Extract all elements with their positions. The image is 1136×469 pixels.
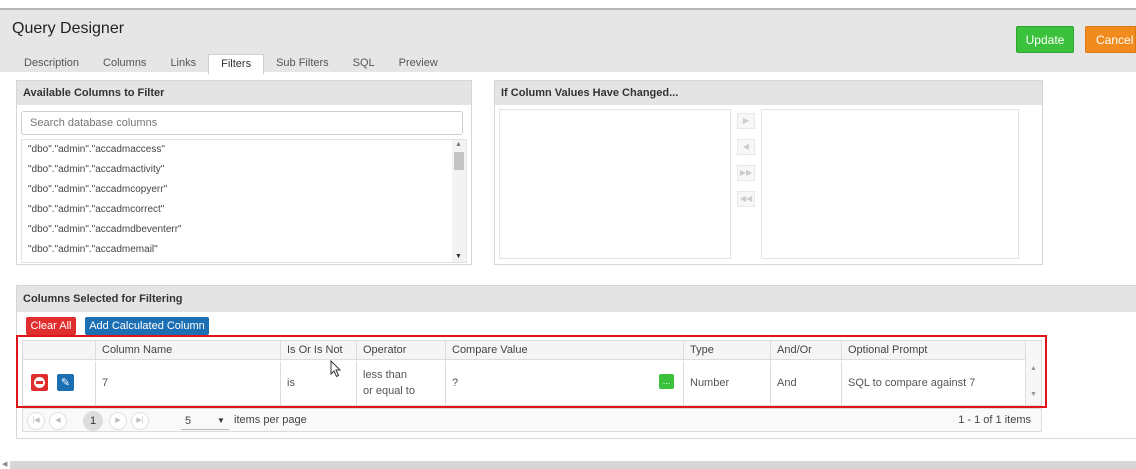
last-page-icon[interactable]: ▶|	[131, 412, 149, 430]
search-columns-input[interactable]	[21, 111, 463, 135]
changed-values-title: If Column Values Have Changed...	[495, 81, 1042, 105]
horizontal-scrollbar[interactable]	[10, 461, 1136, 469]
list-scrollbar[interactable]: ▲ ▼	[452, 140, 466, 262]
mouse-cursor-icon	[330, 360, 342, 378]
selected-columns-title: Columns Selected for Filtering	[17, 286, 1136, 312]
chevron-down-icon: ▼	[217, 416, 225, 425]
scroll-down-icon[interactable]: ▼	[455, 253, 462, 260]
highlight-box	[16, 335, 1047, 408]
page-number[interactable]: 1	[83, 411, 103, 431]
tab-sub-filters[interactable]: Sub Filters	[264, 54, 341, 74]
available-columns-title: Available Columns to Filter	[17, 81, 471, 105]
available-columns-panel: Available Columns to Filter "dbo"."admin…	[16, 80, 472, 265]
changed-target-list[interactable]	[761, 109, 1019, 259]
scroll-left-icon[interactable]: ◀	[2, 460, 7, 468]
pager-info: 1 - 1 of 1 items	[958, 414, 1031, 426]
changed-values-panel: If Column Values Have Changed... ▶ ◀ ▶▶ …	[494, 80, 1043, 265]
list-item[interactable]: "dbo"."admin"."accadmcorrect"	[22, 200, 466, 220]
changed-source-list[interactable]	[499, 109, 731, 259]
tab-strip: Description Columns Links Filters Sub Fi…	[12, 54, 450, 74]
next-page-icon[interactable]: ▶	[109, 412, 127, 430]
first-page-icon[interactable]: |◀	[27, 412, 45, 430]
list-item[interactable]: "dbo"."admin"."accadmaccess"	[22, 140, 466, 160]
move-left-icon[interactable]: ◀	[737, 139, 755, 155]
list-item[interactable]: "dbo"."admin"."accadmdbeventerr"	[22, 220, 466, 240]
items-per-page-label: items per page	[234, 414, 307, 426]
scroll-up-icon[interactable]: ▲	[455, 141, 462, 148]
cancel-button[interactable]: Cancel	[1085, 26, 1136, 53]
page-title: Query Designer	[12, 20, 125, 37]
list-item[interactable]: "dbo"."admin"."accadmemail"	[22, 240, 466, 260]
scroll-thumb[interactable]	[454, 152, 464, 170]
clear-all-button[interactable]: Clear All	[26, 317, 76, 335]
list-item[interactable]: "dbo"."admin"."accadmactivity"	[22, 160, 466, 180]
tab-columns[interactable]: Columns	[91, 54, 158, 74]
page-size-value: 5	[185, 415, 192, 427]
grid-pager: |◀ ◀ 1 ▶ ▶| 5 ▼ items per page 1 - 1 of …	[22, 408, 1042, 432]
update-button[interactable]: Update	[1016, 26, 1074, 53]
available-columns-list: "dbo"."admin"."accadmaccess" "dbo"."admi…	[21, 139, 467, 263]
move-all-right-icon[interactable]: ▶▶	[737, 165, 755, 181]
prev-page-icon[interactable]: ◀	[49, 412, 67, 430]
tab-preview[interactable]: Preview	[387, 54, 450, 74]
move-right-icon[interactable]: ▶	[737, 113, 755, 129]
tab-sql[interactable]: SQL	[341, 54, 387, 74]
tab-filters[interactable]: Filters	[208, 54, 265, 74]
list-item[interactable]: "dbo"."admin"."accadmcopyerr"	[22, 180, 466, 200]
tab-description[interactable]: Description	[12, 54, 91, 74]
tab-links[interactable]: Links	[158, 54, 208, 74]
move-all-left-icon[interactable]: ◀◀	[737, 191, 755, 207]
page-size-select[interactable]: 5 ▼	[181, 413, 229, 430]
header-bar: Query Designer Update Cancel Description…	[0, 8, 1136, 74]
add-calculated-column-button[interactable]: Add Calculated Column	[85, 317, 209, 335]
